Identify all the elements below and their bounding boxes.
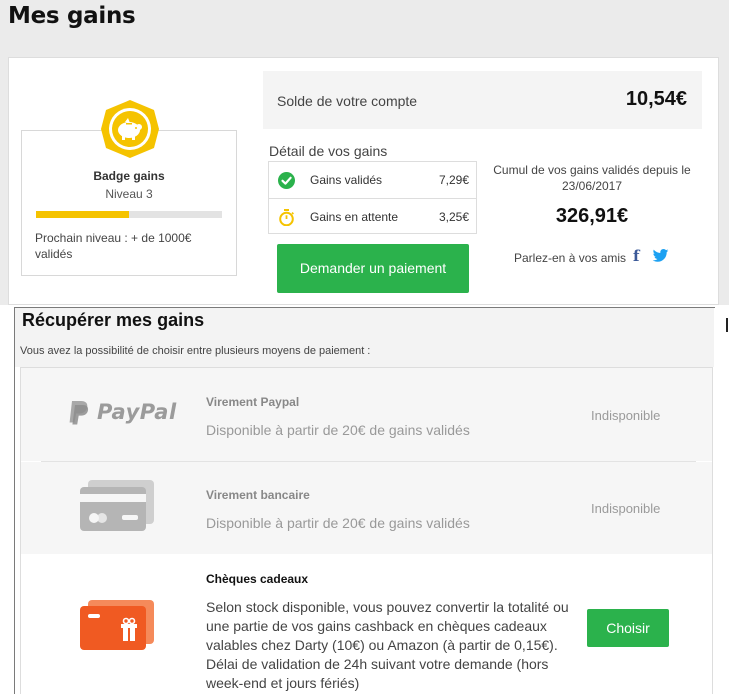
recup-subtitle: Vous avez la possibilité de choisir entr… [20, 345, 371, 357]
detail-value: 3,25€ [438, 210, 469, 224]
paypal-logo-icon [69, 401, 89, 425]
method-desc: Disponible à partir de 20€ de gains vali… [206, 515, 470, 531]
twitter-icon[interactable] [652, 249, 669, 262]
cumul-value: 326,91€ [555, 205, 629, 227]
page-title: Mes gains [8, 3, 136, 29]
detail-value: 7,29€ [438, 173, 469, 187]
recup-title: Récupérer mes gains [22, 310, 205, 330]
detail-title: Détail de vos gains [269, 143, 388, 159]
choose-gift-card-button[interactable]: Choisir [587, 609, 669, 647]
bank-card-icon [80, 480, 154, 531]
stopwatch-icon [279, 209, 294, 226]
badge-title: Badge gains [93, 169, 165, 183]
balance-value: 10,54€ [625, 88, 687, 110]
method-status: Indisponible [591, 408, 661, 423]
text-cursor-mark [726, 318, 728, 332]
level-progress-bar [36, 211, 222, 218]
method-status: Indisponible [591, 501, 661, 516]
method-desc: Disponible à partir de 20€ de gains vali… [206, 422, 470, 438]
method-name: Virement bancaire [206, 488, 310, 502]
request-payment-button[interactable]: Demander un paiement [277, 244, 469, 293]
detail-row-validated: Gains validés 7,29€ [269, 162, 476, 198]
detail-table: Gains validés 7,29€ Gains en attente 3,2… [268, 161, 477, 234]
share-label: Parlez-en à vos amis [514, 251, 627, 265]
facebook-icon[interactable]: f [633, 247, 639, 265]
next-level-text: Prochain niveau : + de 1000€ validés [35, 231, 192, 261]
detail-label: Gains validés [310, 173, 383, 187]
piggy-bank-icon [101, 100, 159, 158]
cumul-label: Cumul de vos gains validés depuis le 23/… [493, 163, 691, 193]
detail-row-pending: Gains en attente 3,25€ [269, 198, 476, 234]
method-name: Chèques cadeaux [206, 572, 309, 586]
method-desc: Selon stock disponible, vous pouvez conv… [206, 599, 569, 691]
gift-card-icon [80, 600, 154, 650]
method-name: Virement Paypal [206, 395, 300, 409]
level-progress-fill [36, 211, 129, 218]
balance-label: Solde de votre compte [277, 93, 418, 109]
detail-label: Gains en attente [310, 210, 399, 224]
paypal-logo-text: PayPal [97, 400, 177, 424]
badge-level: Niveau 3 [105, 187, 153, 201]
check-circle-icon [278, 172, 295, 189]
